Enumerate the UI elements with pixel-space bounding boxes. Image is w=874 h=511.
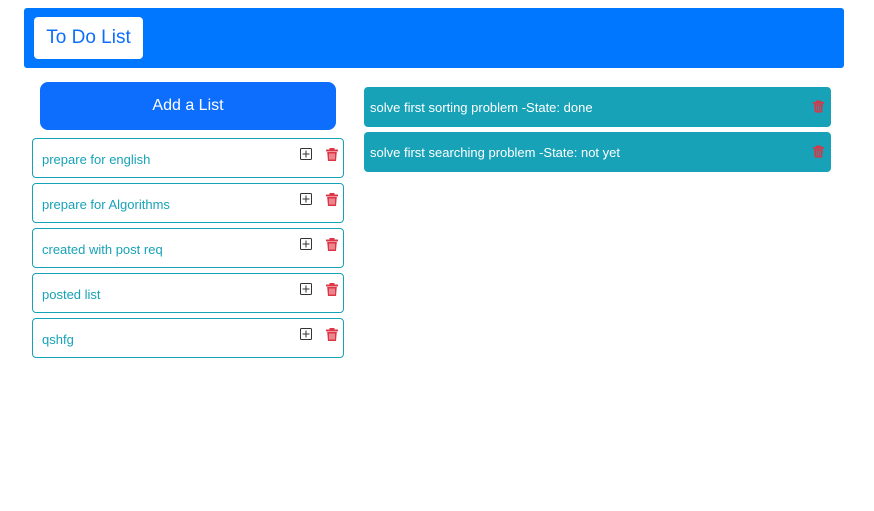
list-name: prepare for Algorithms [42,197,170,212]
plus-square-icon[interactable] [300,283,312,295]
list-name: posted list [42,287,101,302]
list-item[interactable]: qshfg [32,318,344,358]
list-name: prepare for english [42,152,151,167]
list-name: qshfg [42,332,74,347]
list-item[interactable]: prepare for english [32,138,344,178]
plus-square-icon[interactable] [300,328,312,340]
plus-square-icon[interactable] [300,148,312,160]
list-name: created with post req [42,242,163,257]
plus-square-icon[interactable] [300,238,312,250]
add-list-button[interactable]: Add a List [40,82,336,130]
trash-icon[interactable] [326,328,338,341]
list-item[interactable]: created with post req [32,228,344,268]
trash-icon[interactable] [326,238,338,251]
plus-square-icon[interactable] [300,193,312,205]
task-text: solve first searching problem -State: no… [370,145,621,160]
list-item[interactable]: prepare for Algorithms [32,183,344,223]
navbar: To Do List [24,8,844,68]
trash-icon[interactable] [326,283,338,296]
app-title-button[interactable]: To Do List [34,17,143,59]
task-item[interactable]: solve first sorting problem -State: done [364,87,831,127]
task-text: solve first sorting problem -State: done [370,100,593,115]
task-item[interactable]: solve first searching problem -State: no… [364,132,831,172]
trash-icon[interactable] [813,145,824,158]
trash-icon[interactable] [326,148,338,161]
trash-icon[interactable] [326,193,338,206]
trash-icon[interactable] [813,100,824,113]
tasks-panel: solve first sorting problem -State: done… [364,87,831,177]
list-item[interactable]: posted list [32,273,344,313]
lists-panel: prepare for english prepare for Algorith… [32,138,344,363]
